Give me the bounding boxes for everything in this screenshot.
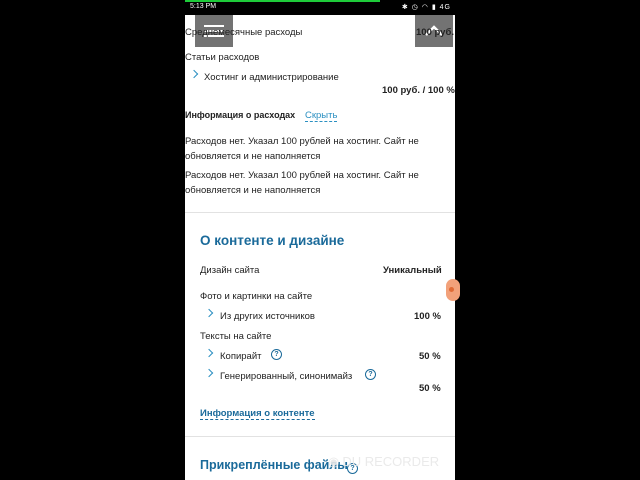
content-design-title: О контенте и дизайне xyxy=(200,233,345,248)
status-progress xyxy=(185,0,380,2)
recorder-watermark: ◉ DU RECORDER xyxy=(328,454,439,470)
screen-recorder-bubble[interactable] xyxy=(446,279,460,301)
expense-info-label: Информация о расходах xyxy=(185,110,296,120)
signal-icon: ▮ xyxy=(431,4,437,11)
wifi-icon: ◠ xyxy=(421,4,429,11)
help-icon[interactable]: ? xyxy=(365,369,376,380)
texts-label: Тексты на сайте xyxy=(200,331,272,342)
copyright-value: 50 % xyxy=(419,351,441,362)
expense-note-1-line-2: обновляется и не наполняется xyxy=(185,151,321,162)
phone-screen: 5:13 PM ✱ ◷ ◠ ▮ 4G Среднемесячные расход… xyxy=(185,0,455,480)
recorder-label: DU RECORDER xyxy=(342,454,440,469)
expense-items-label: Статьи расходов xyxy=(185,52,260,63)
network-type: 4G xyxy=(439,4,451,11)
alarm-icon: ◷ xyxy=(411,4,419,11)
monthly-expenses-label: Среднемесячные расходы xyxy=(185,27,303,38)
expense-note-1-line-1: Расходов нет. Указал 100 рублей на хости… xyxy=(185,136,419,147)
status-time: 5:13 PM xyxy=(190,3,217,10)
monthly-expenses-value: 100 руб. xyxy=(416,27,454,38)
chevron-right-icon xyxy=(204,348,214,358)
help-icon[interactable]: ? xyxy=(271,349,282,360)
design-label: Дизайн сайта xyxy=(200,265,260,276)
expense-note-2-line-2: обновляется и не наполняется xyxy=(185,185,321,196)
bluetooth-icon: ✱ xyxy=(401,4,409,11)
generated-label[interactable]: Генерированный, синонимайз xyxy=(220,371,352,382)
attached-files-title: Прикреплённые файлы xyxy=(200,458,348,472)
copyright-label[interactable]: Копирайт xyxy=(220,351,262,362)
content-info-link[interactable]: Информация о контенте xyxy=(200,408,315,420)
expense-item-hosting[interactable]: Хостинг и администрирование xyxy=(204,72,339,83)
expense-note-2-line-1: Расходов нет. Указал 100 рублей на хости… xyxy=(185,170,419,181)
section-divider xyxy=(185,212,455,213)
photos-label: Фото и картинки на сайте xyxy=(200,291,313,302)
expense-item-value: 100 руб. / 100 % xyxy=(382,85,455,96)
hide-link[interactable]: Скрыть xyxy=(305,110,338,122)
chevron-right-icon xyxy=(189,69,199,79)
photos-value: 100 % xyxy=(414,311,441,322)
generated-value: 50 % xyxy=(419,383,441,394)
section-divider xyxy=(185,436,455,437)
camera-icon: ◉ xyxy=(328,454,340,469)
photos-item[interactable]: Из других источников xyxy=(220,311,315,322)
chevron-right-icon xyxy=(204,368,214,378)
chevron-right-icon xyxy=(204,308,214,318)
status-bar: 5:13 PM ✱ ◷ ◠ ▮ 4G xyxy=(185,0,455,15)
status-icons: ✱ ◷ ◠ ▮ 4G xyxy=(402,3,451,11)
design-value: Уникальный xyxy=(383,265,442,276)
